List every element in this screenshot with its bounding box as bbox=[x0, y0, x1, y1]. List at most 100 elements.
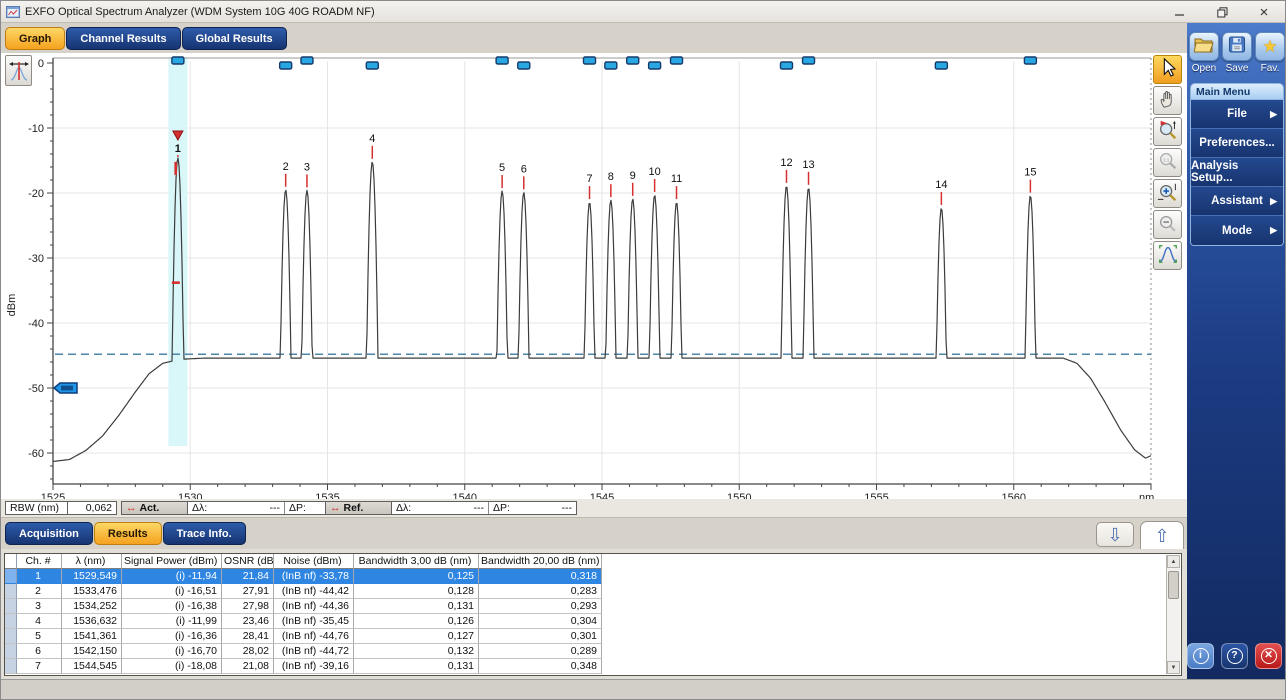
table-row[interactable]: 6 1542,150 (i) -16,70 28,02 (InB nf) -44,72 0… bbox=[5, 644, 1166, 659]
column-header-bandwidth-20-00-db-nm[interactable]: Bandwidth 20,00 dB (nm) bbox=[479, 554, 602, 569]
row-selector[interactable] bbox=[5, 629, 17, 644]
menu-item-label: Mode bbox=[1221, 224, 1253, 237]
table-row[interactable]: 5 1541,361 (i) -16,36 28,41 (InB nf) -44,76 0… bbox=[5, 629, 1166, 644]
pan-hand-tool-button[interactable] bbox=[1153, 86, 1182, 115]
channel-grid-marker[interactable] bbox=[801, 56, 816, 65]
channel-grid-marker[interactable] bbox=[626, 56, 640, 65]
menu-item-mode[interactable]: Mode ▶ bbox=[1191, 216, 1283, 245]
column-header-ch[interactable]: Ch. # bbox=[17, 554, 62, 569]
restore-button[interactable] bbox=[1201, 1, 1243, 23]
fav-button[interactable]: ★ bbox=[1255, 32, 1285, 61]
channel-label: 5 bbox=[499, 162, 505, 174]
channel-grid-marker[interactable] bbox=[495, 56, 509, 65]
table-header-row: Ch. # λ (nm) Signal Power (dBm) OSNR (dB) No… bbox=[5, 554, 1166, 569]
noise-level-marker[interactable] bbox=[171, 281, 180, 284]
channel-label: 9 bbox=[630, 170, 636, 182]
zoom-area-tool-button[interactable] bbox=[1153, 117, 1182, 146]
row-selector[interactable] bbox=[5, 659, 17, 674]
column-header-bandwidth-3-00-db-nm[interactable]: Bandwidth 3,00 dB (nm) bbox=[354, 554, 479, 569]
channel-grid-marker[interactable] bbox=[669, 56, 684, 65]
quick-button-label: Open bbox=[1191, 63, 1217, 74]
fit-trace-tool-button[interactable] bbox=[1153, 241, 1182, 270]
cell: 21,84 bbox=[222, 569, 274, 584]
channel-grid-marker[interactable] bbox=[1023, 56, 1038, 65]
tab-global-results[interactable]: Global Results bbox=[181, 27, 287, 50]
save-button[interactable] bbox=[1222, 32, 1252, 61]
act-button[interactable]: ↔ Act. bbox=[122, 502, 188, 514]
info-button[interactable]: i bbox=[1187, 643, 1214, 669]
channel-grid-marker[interactable] bbox=[517, 61, 531, 70]
scroll-up-icon[interactable]: ▲ bbox=[1167, 555, 1180, 568]
table-scrollbar[interactable]: ▲ ▼ bbox=[1166, 555, 1180, 674]
submenu-arrow-icon: ▶ bbox=[1270, 195, 1277, 206]
close-button[interactable]: × bbox=[1243, 1, 1285, 23]
tab-results[interactable]: Results bbox=[93, 522, 162, 545]
x-tick-label: 1550 bbox=[727, 492, 751, 499]
menu-item-preferences[interactable]: Preferences... bbox=[1191, 129, 1283, 158]
menu-item-file[interactable]: File ▶ bbox=[1191, 100, 1283, 129]
open-button[interactable] bbox=[1189, 32, 1219, 61]
window-title: EXFO Optical Spectrum Analyzer (WDM Syst… bbox=[25, 5, 375, 18]
row-selector[interactable] bbox=[5, 599, 17, 614]
chart-toolbar: 1:1 bbox=[1153, 55, 1183, 270]
zoom-in-tool-button[interactable] bbox=[1153, 179, 1182, 208]
cell: (InB nf) -44,36 bbox=[274, 599, 354, 614]
table-row[interactable]: 2 1533,476 (i) -16,51 27,91 (InB nf) -44,42 0… bbox=[5, 584, 1166, 599]
menu-item-analysis-setup[interactable]: Analysis Setup... bbox=[1191, 158, 1283, 187]
help-icon: ? bbox=[1226, 648, 1243, 664]
channel-grid-marker[interactable] bbox=[300, 56, 314, 65]
up-arrow-icon: ⇧ bbox=[1154, 526, 1170, 546]
table-row[interactable]: 3 1534,252 (i) -16,38 27,98 (InB nf) -44,36 0… bbox=[5, 599, 1166, 614]
channel-grid-marker[interactable] bbox=[934, 61, 949, 70]
menu-item-assistant[interactable]: Assistant ▶ bbox=[1191, 187, 1283, 216]
column-header-osnr-db[interactable]: OSNR (dB) bbox=[222, 554, 274, 569]
row-selector[interactable] bbox=[5, 584, 17, 599]
channel-grid-marker[interactable] bbox=[278, 61, 293, 70]
cell: (i) -16,38 bbox=[122, 599, 222, 614]
column-header-noise-dbm[interactable]: Noise (dBm) bbox=[274, 554, 354, 569]
tab-channel-results[interactable]: Channel Results bbox=[66, 27, 181, 50]
ref-button[interactable]: ↔ Ref. bbox=[326, 502, 392, 514]
cell: 0,283 bbox=[479, 584, 602, 599]
tab-graph[interactable]: Graph bbox=[5, 27, 66, 50]
cursor-tool-button[interactable] bbox=[1153, 55, 1182, 84]
expand-panel-button[interactable]: ⇧ bbox=[1140, 521, 1184, 551]
channel-grid-marker[interactable] bbox=[647, 61, 662, 70]
channel-grid-marker[interactable] bbox=[365, 61, 379, 70]
row-selector[interactable] bbox=[5, 614, 17, 629]
rbw-group: RBW (nm) 0,062 bbox=[5, 501, 117, 515]
help-button[interactable]: ? bbox=[1221, 643, 1248, 669]
table-row[interactable]: 1 1529,549 (i) -11,94 21,84 (InB nf) -33,78 0… bbox=[5, 569, 1166, 584]
channel-grid-marker[interactable] bbox=[604, 61, 618, 70]
spectrum-chart[interactable]: 1525 1530 1535 1540 1545 1550 1555 15600-10-20-… bbox=[1, 53, 1187, 499]
y-tick-label: -10 bbox=[28, 123, 44, 135]
minimize-button[interactable] bbox=[1159, 1, 1201, 23]
tab-acquisition[interactable]: Acquisition bbox=[5, 522, 93, 545]
column-header-signal-power-dbm[interactable]: Signal Power (dBm) bbox=[122, 554, 222, 569]
scroll-down-icon[interactable]: ▼ bbox=[1167, 661, 1180, 674]
x-tick-label: 1545 bbox=[590, 492, 614, 499]
channel-grid-marker[interactable] bbox=[171, 56, 185, 65]
quick-button-label: Fav. bbox=[1260, 63, 1280, 74]
channel-grid-marker[interactable] bbox=[779, 61, 794, 70]
exit-button[interactable]: ✕ bbox=[1255, 643, 1282, 669]
column-header-nm[interactable]: λ (nm) bbox=[62, 554, 122, 569]
cell: 3 bbox=[17, 599, 62, 614]
cell: 7 bbox=[17, 659, 62, 674]
collapse-panel-button[interactable]: ⇩ bbox=[1096, 522, 1134, 547]
scrollbar-thumb[interactable] bbox=[1168, 571, 1179, 599]
power-level-handle-inner bbox=[61, 385, 73, 391]
row-selector[interactable] bbox=[5, 644, 17, 659]
ref-arrows-icon: ↔ bbox=[330, 502, 341, 514]
x-tick-label: 1540 bbox=[453, 492, 477, 499]
quick-button-label: Save bbox=[1225, 63, 1249, 74]
cell: 1 bbox=[17, 569, 62, 584]
zoom-out-tool-button[interactable] bbox=[1153, 210, 1182, 239]
tab-trace-info[interactable]: Trace Info. bbox=[162, 522, 246, 545]
table-row[interactable]: 4 1536,632 (i) -11,99 23,46 (InB nf) -35,45 0… bbox=[5, 614, 1166, 629]
row-selector[interactable] bbox=[5, 569, 17, 584]
actual-size-tool-button[interactable]: 1:1 bbox=[1153, 148, 1182, 177]
table-row[interactable]: 7 1544,545 (i) -18,08 21,08 (InB nf) -39,16 0… bbox=[5, 659, 1166, 674]
cell: 21,08 bbox=[222, 659, 274, 674]
channel-grid-marker[interactable] bbox=[582, 56, 597, 65]
